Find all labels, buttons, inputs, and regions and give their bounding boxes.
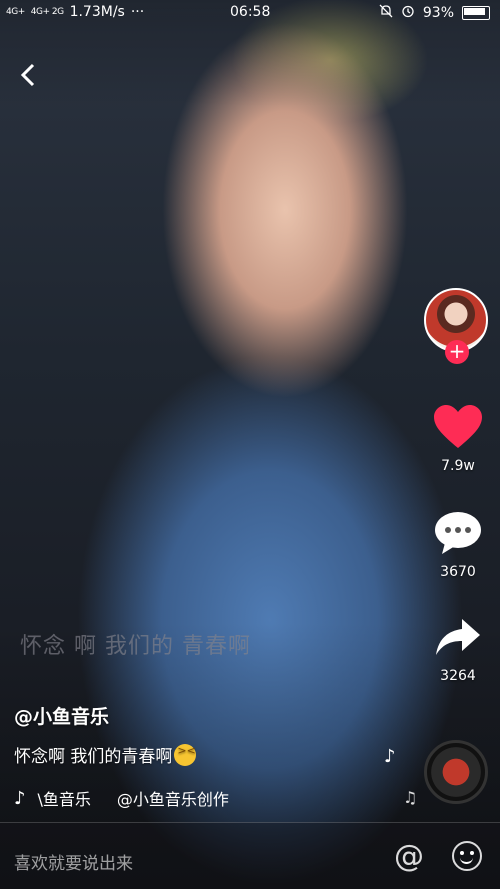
- like-button[interactable]: 7.9w: [428, 402, 488, 474]
- follow-plus-icon[interactable]: +: [445, 340, 469, 364]
- music-note-icon: ♪: [14, 787, 26, 809]
- alarm-icon: [401, 4, 415, 22]
- comment-bubble-icon: [435, 512, 481, 554]
- network-indicator-1: 4G+: [6, 6, 25, 17]
- more-dots: ···: [130, 4, 145, 20]
- emoji-icon: [174, 744, 197, 766]
- status-right: 93%: [379, 4, 490, 22]
- mention-button[interactable]: @: [394, 839, 424, 874]
- floating-notes-icon: ♫: [403, 788, 418, 807]
- video-screen[interactable]: 4G+ 4G+ 2G 1.73M/s ··· 06:58 93% + 7.9w: [0, 0, 500, 889]
- music-disc-button[interactable]: [424, 740, 488, 804]
- share-arrow-icon: [436, 619, 480, 655]
- network-speed: 1.73M/s: [69, 4, 125, 20]
- music-info[interactable]: ♪ \鱼音乐 @小鱼音乐创作: [14, 786, 284, 810]
- caption-text: 怀念啊 我们的青春啊: [14, 747, 173, 767]
- video-caption: 怀念啊 我们的青春啊: [14, 742, 197, 767]
- comment-bar: 喜欢就要说出来 @: [0, 822, 500, 889]
- music-title-part2: @小鱼音乐创作: [116, 790, 229, 809]
- lyric-subtitle: 怀念 啊 我们的 青春啊: [20, 634, 251, 659]
- floating-note-icon: ♪: [384, 746, 396, 767]
- music-title-part1: \鱼音乐: [37, 790, 91, 809]
- comment-button[interactable]: 3670: [428, 508, 488, 580]
- chevron-left-icon: [20, 63, 35, 87]
- mute-icon: [379, 4, 393, 22]
- clock: 06:58: [230, 4, 271, 20]
- creator-username[interactable]: @小鱼音乐: [14, 702, 109, 729]
- heart-icon: [434, 405, 482, 448]
- back-button[interactable]: [18, 62, 44, 88]
- comment-count: 3670: [440, 564, 476, 580]
- share-count: 3264: [440, 668, 476, 684]
- share-button[interactable]: 3264: [428, 612, 488, 684]
- battery-icon: [462, 6, 490, 20]
- battery-percent: 93%: [422, 5, 454, 21]
- comment-input[interactable]: 喜欢就要说出来: [14, 849, 133, 874]
- status-left: 4G+ 4G+ 2G 1.73M/s ···: [6, 4, 144, 20]
- like-count: 7.9w: [441, 458, 475, 474]
- network-indicator-2: 4G+ 2G: [30, 6, 64, 17]
- emoji-picker-icon[interactable]: [452, 841, 482, 871]
- creator-avatar-group[interactable]: +: [424, 288, 490, 364]
- status-bar: 4G+ 4G+ 2G 1.73M/s ··· 06:58 93%: [0, 0, 500, 26]
